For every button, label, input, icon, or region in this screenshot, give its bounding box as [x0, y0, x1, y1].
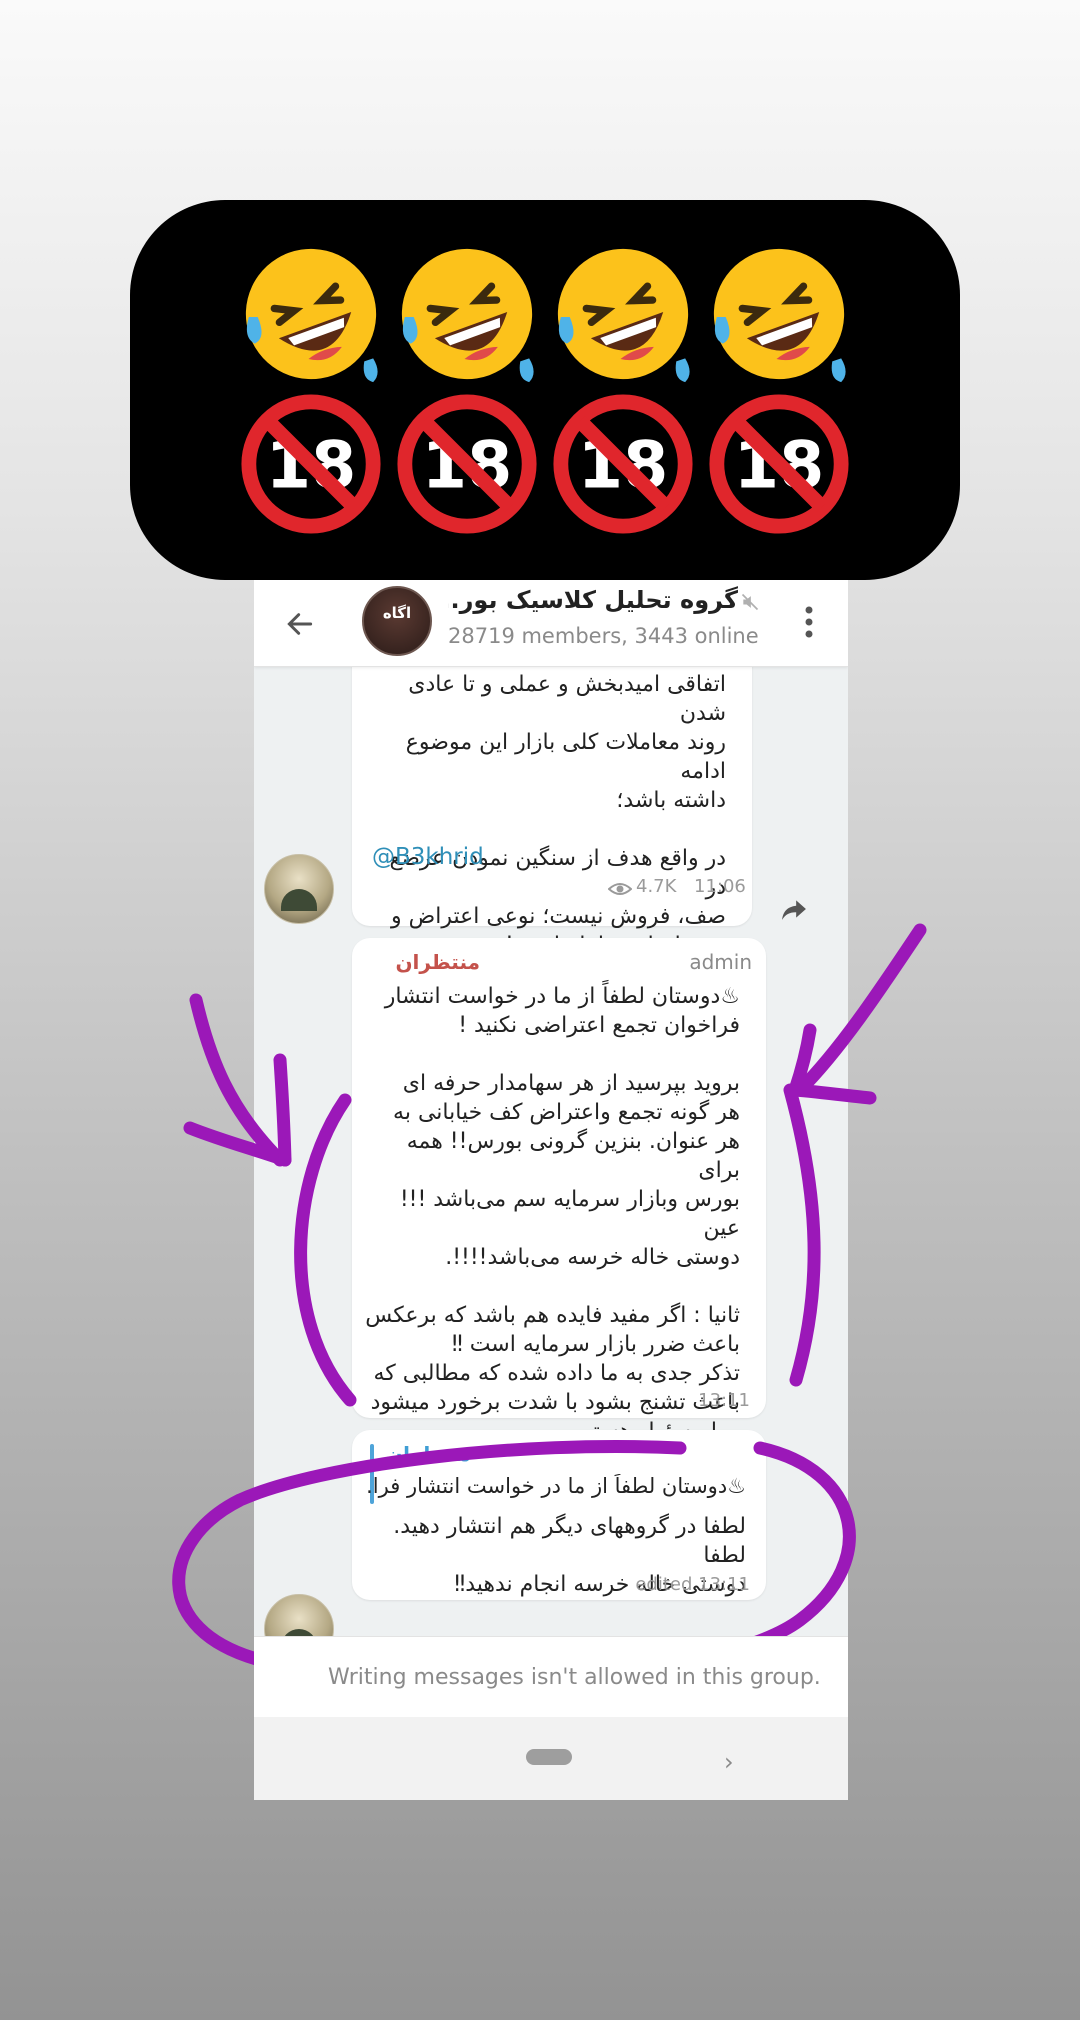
group-member-count: 28719 members, 3443 online	[448, 624, 759, 648]
rolling-on-floor-laughing-icon	[245, 248, 378, 383]
rolling-on-floor-laughing-icon	[401, 248, 534, 383]
admin-badge: admin	[689, 950, 752, 974]
sticker-image: 18 18 18 18	[130, 200, 960, 580]
forward-share-icon[interactable]	[780, 896, 808, 922]
message-time: 11:06	[694, 876, 746, 897]
message-text: اتفاقی امیدبخش و عملی و تا عادی شدن روند…	[389, 672, 726, 958]
channel-mention-link[interactable]: @B3khrid	[372, 844, 484, 870]
eye-icon	[608, 883, 632, 895]
input-disabled-bar: Writing messages isn't allowed in this g…	[254, 1636, 848, 1717]
rolling-on-floor-laughing-icon	[713, 248, 846, 383]
message-bubble[interactable]: منتظران admin ♨دوستان لطفاً از ما در خوا…	[352, 938, 766, 1444]
no-one-under-eighteen-icon: 18	[241, 394, 381, 534]
no-one-under-eighteen-icon: 18	[397, 394, 537, 534]
telegram-screenshot: اگاه گروه تحلیل کلاسیک بور... 28719 memb…	[254, 580, 848, 1800]
sender-avatar[interactable]	[264, 854, 334, 924]
back-arrow-icon[interactable]	[284, 608, 316, 640]
message-bubble[interactable]: منتظران ♨دوستان لطفاً از ما در خواست انت…	[352, 1430, 766, 1600]
message-list[interactable]: اتفاقی امیدبخش و عملی و تا عادی شدن روند…	[254, 626, 848, 1716]
no-one-under-eighteen-icon: 18	[553, 394, 693, 534]
message-time: edited 13:11	[635, 1574, 750, 1595]
muted-speaker-icon	[741, 593, 759, 611]
more-options-icon[interactable]	[804, 604, 814, 640]
home-pill[interactable]	[526, 1749, 572, 1765]
message-text: ♨دوستان لطفاً از ما در خواست انتشار فراخ…	[365, 984, 740, 1444]
chevron-right-icon[interactable]: ›	[724, 1748, 734, 1776]
system-navigation-bar: ›	[254, 1716, 848, 1800]
sender-name[interactable]: منتظران	[395, 950, 480, 974]
view-count: 4.7K	[636, 876, 677, 897]
message-time: 13:11	[698, 1390, 750, 1411]
reply-sender-name[interactable]: منتظران	[386, 1442, 471, 1466]
reply-preview-text[interactable]: ♨دوستان لطفاً از ما در خواست انتشار فرا.…	[366, 1474, 746, 1498]
group-avatar-text: اگاه	[382, 604, 412, 622]
chat-header: اگاه گروه تحلیل کلاسیک بور... 28719 memb…	[254, 580, 848, 667]
group-avatar[interactable]: اگاه	[362, 586, 432, 656]
no-under-18-emoji-row: 18 18 18 18	[130, 390, 960, 538]
rolling-on-floor-laughing-icon	[557, 248, 690, 383]
writing-not-allowed-notice: Writing messages isn't allowed in this g…	[328, 1665, 821, 1690]
laughing-emoji-row	[130, 240, 960, 388]
message-bubble[interactable]: اتفاقی امیدبخش و عملی و تا عادی شدن روند…	[352, 626, 752, 958]
no-one-under-eighteen-icon: 18	[709, 394, 849, 534]
group-title[interactable]: گروه تحلیل کلاسیک بور...	[448, 586, 738, 614]
